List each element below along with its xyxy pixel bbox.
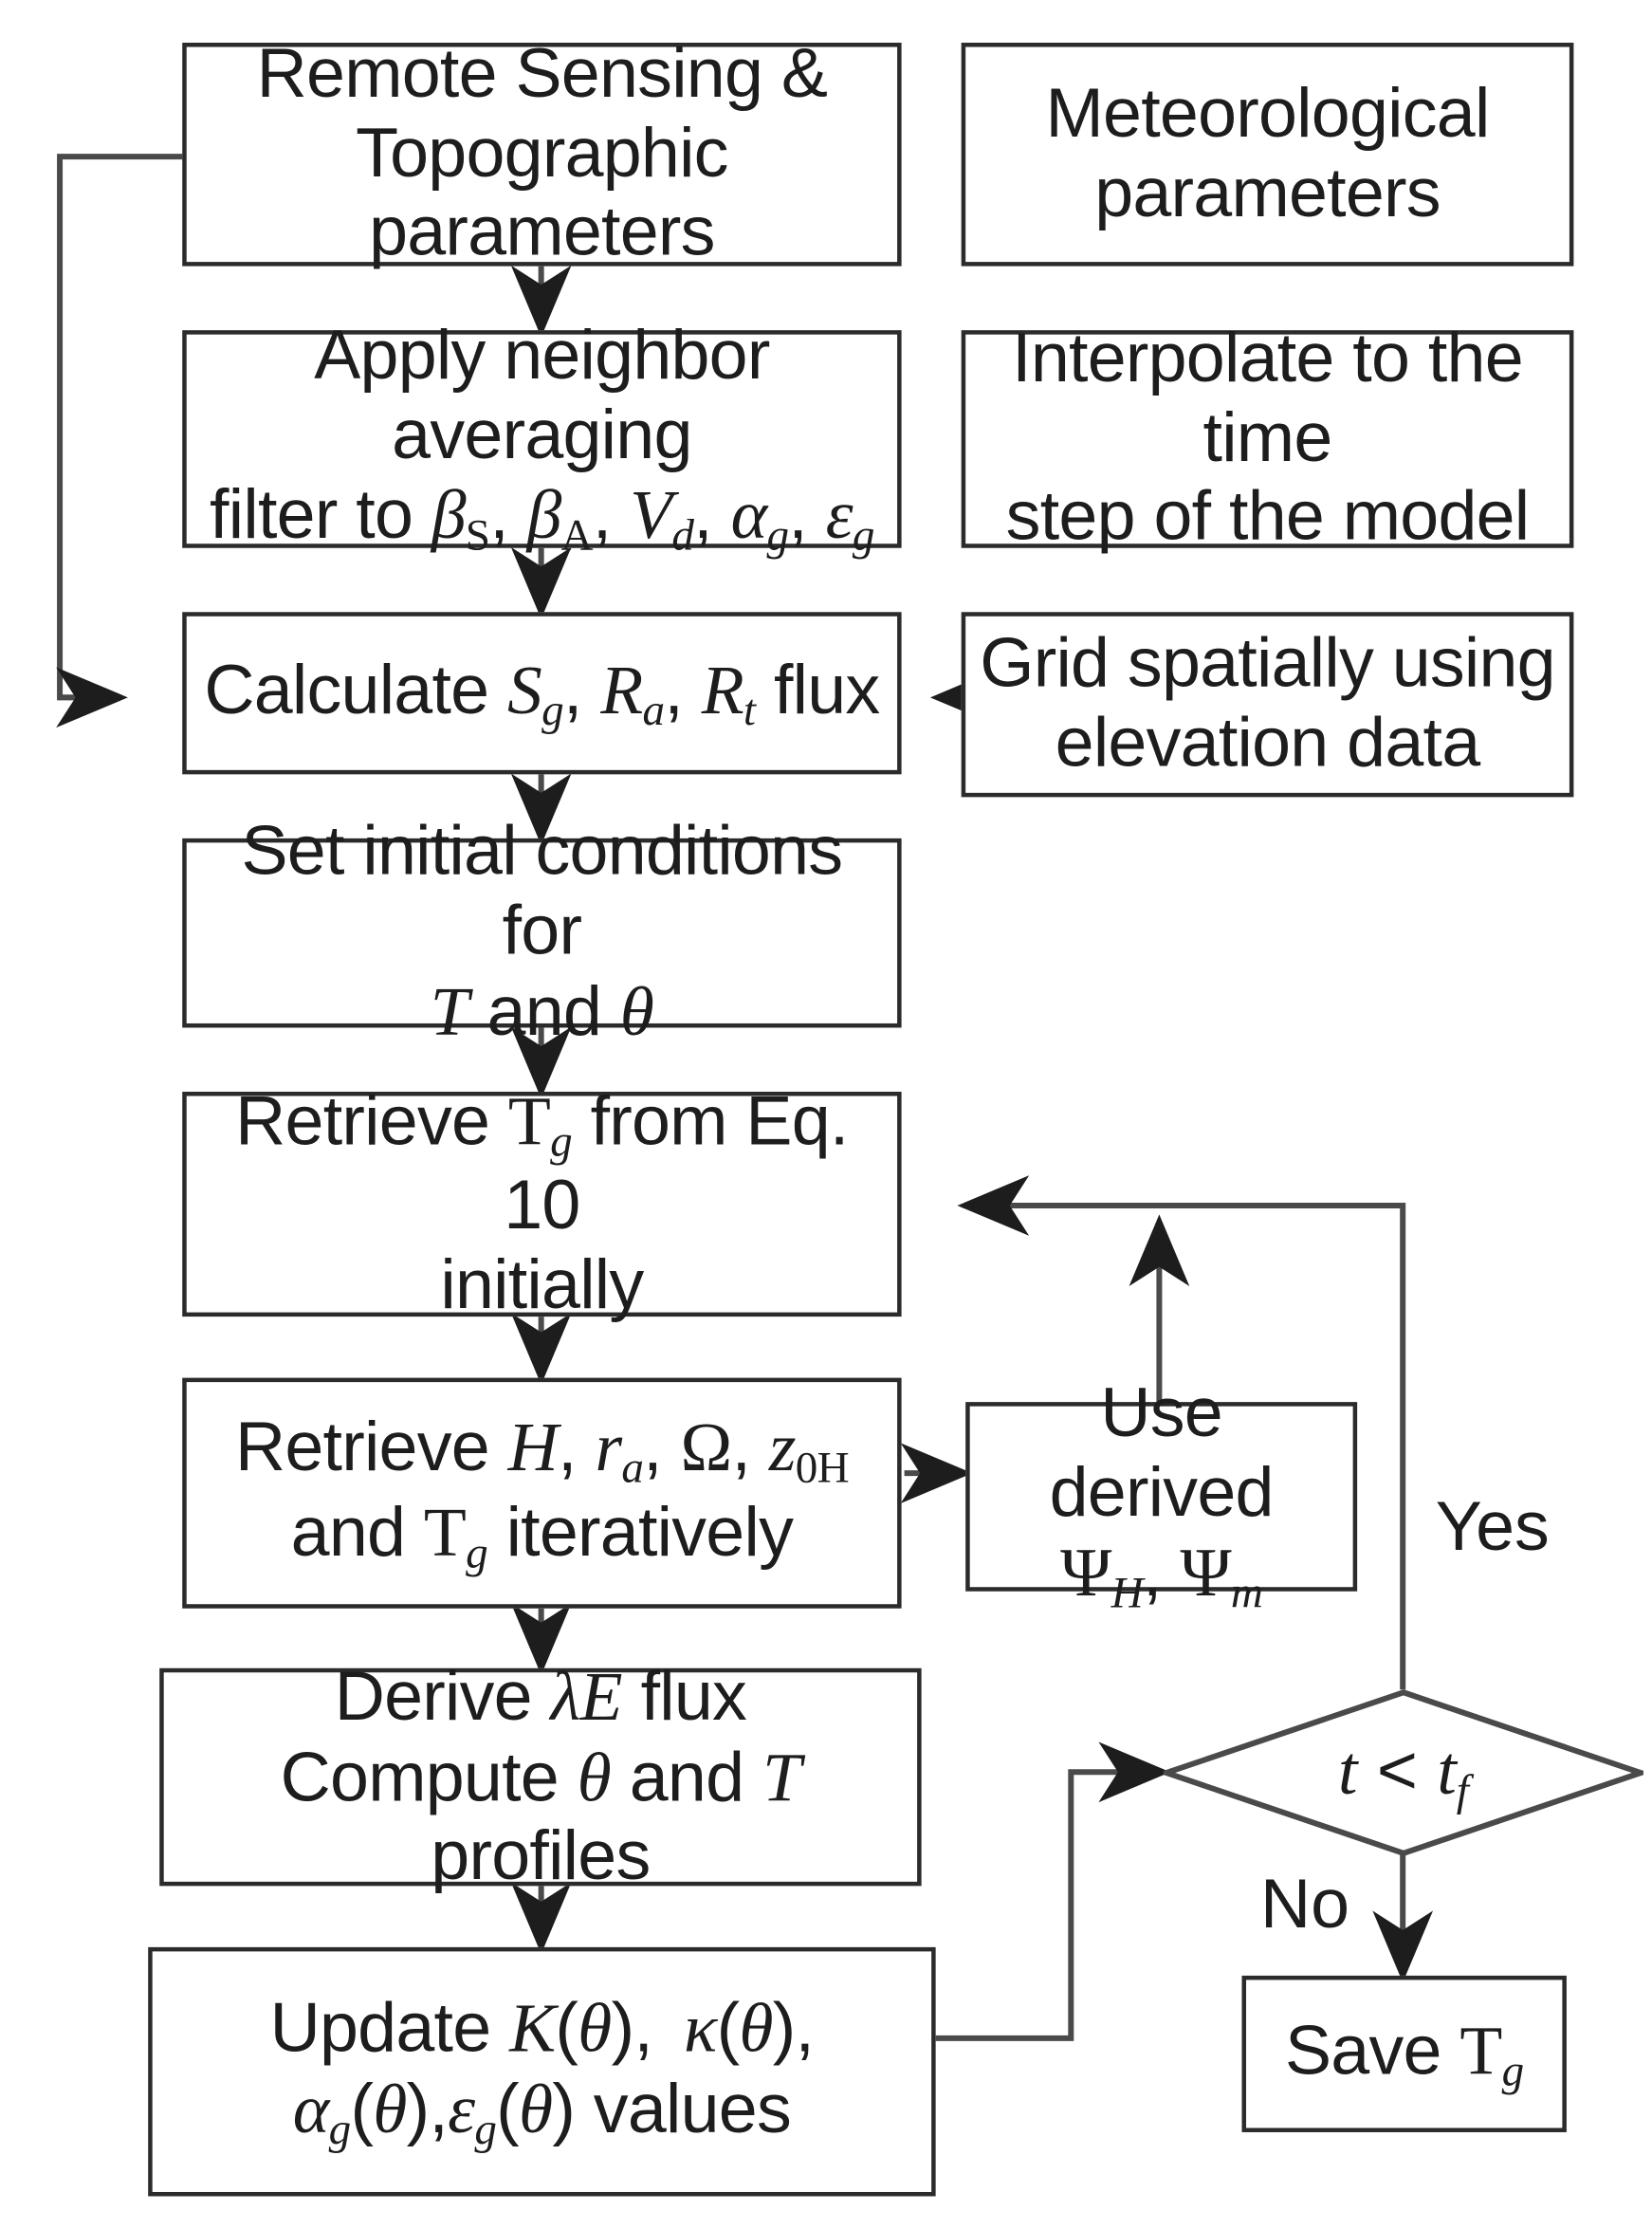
- node-calculate-flux[interactable]: Calculate Sg, Ra, Rt flux: [182, 612, 902, 775]
- symbol-epsilon-g-2: εg: [448, 2069, 497, 2154]
- symbol-alpha-g-2: αg: [292, 2069, 351, 2154]
- edge-update-to-decision: [935, 1741, 1171, 2041]
- symbol-theta-6: θ: [518, 2069, 553, 2148]
- symbol-epsilon-g: εg: [825, 475, 875, 561]
- symbol-ra: Ra: [600, 650, 665, 735]
- symbol-t-cap: T: [430, 971, 469, 1051]
- node-remote-sensing-line2: Topographic parameters: [356, 114, 728, 271]
- node-interpolate-line2: step of the model: [1005, 478, 1530, 556]
- node-interpolate[interactable]: Interpolate to the time step of the mode…: [961, 320, 1574, 556]
- node-decision[interactable]: t < tf: [1163, 1689, 1643, 1856]
- node-save-tg[interactable]: Save Tg: [1241, 1975, 1567, 2132]
- symbol-tf: tf: [1437, 1730, 1469, 1815]
- node-remote-sensing[interactable]: Remote Sensing & Topographic parameters: [182, 35, 902, 271]
- symbol-ra-small: ra: [595, 1408, 644, 1493]
- node-decision-text: t < tf: [1338, 1730, 1469, 1815]
- symbol-tg-upright-3: Tg: [1459, 2011, 1524, 2096]
- node-neighbor-filter-line1: Apply neighbor averaging: [314, 317, 770, 474]
- node-use-derived[interactable]: Use derived ΨH, Ψm: [965, 1374, 1358, 1618]
- node-interpolate-line1: Interpolate to the time: [1012, 320, 1524, 477]
- symbol-beta-s: βS: [431, 475, 490, 561]
- symbol-tg-upright-2: Tg: [423, 1493, 488, 1577]
- node-neighbor-filter-text: Apply neighbor averaging filter to βS, β…: [187, 317, 897, 562]
- node-derive-le-text: Derive λE flux Compute θ and T profiles: [164, 1656, 917, 1897]
- node-neighbor-filter[interactable]: Apply neighbor averaging filter to βS, β…: [182, 317, 902, 561]
- symbol-lambda-e: λE: [550, 1656, 623, 1735]
- node-retrieve-h-text: Retrieve H, ra, Ω, z0H and Tg iterativel…: [187, 1408, 897, 1578]
- filter-line2-prefix: filter to: [210, 477, 431, 555]
- node-remote-sensing-line1: Remote Sensing &: [256, 35, 828, 113]
- node-remote-sensing-text: Remote Sensing & Topographic parameters: [187, 35, 897, 273]
- symbol-rt: Rt: [701, 650, 756, 735]
- node-interpolate-text: Interpolate to the time step of the mode…: [965, 320, 1569, 558]
- node-grid-spatially-line1: Grid spatially using: [980, 624, 1555, 703]
- node-retrieve-h-line2: and Tg iteratively: [290, 1493, 794, 1577]
- node-use-derived-text: Use derived ΨH, Ψm: [970, 1374, 1353, 1619]
- edge-label-no: No: [1260, 1866, 1350, 1943]
- node-retrieve-tg-line1: Retrieve Tg from Eq. 10: [235, 1081, 849, 1244]
- symbol-kappa: κ: [683, 1988, 717, 2068]
- node-meteorological[interactable]: Meteorological parameters: [961, 43, 1574, 267]
- node-derive-le-line1: Derive λE flux: [334, 1656, 747, 1735]
- node-set-initial-line2: T and θ: [430, 971, 654, 1051]
- calc-suffix: flux: [755, 652, 880, 729]
- node-grid-spatially-line2: elevation data: [1055, 704, 1480, 782]
- node-retrieve-tg-text: Retrieve Tg from Eq. 10 initially: [187, 1082, 897, 1327]
- node-update-k[interactable]: Update K(θ), κ(θ), αg(θ),εg(θ) values: [148, 1946, 936, 2197]
- calc-prefix: Calculate: [204, 652, 508, 729]
- symbol-k-cap: K: [509, 1988, 556, 2068]
- node-update-k-line1: Update K(θ), κ(θ),: [269, 1988, 815, 2068]
- flowchart-canvas: Remote Sensing & Topographic parameters …: [0, 0, 1652, 2229]
- node-calculate-flux-text: Calculate Sg, Ra, Rt flux: [187, 651, 897, 736]
- symbol-beta-a: βA: [526, 475, 594, 561]
- node-use-derived-line2: ΨH, Ψm: [1060, 1533, 1263, 1618]
- node-save-tg-text: Save Tg: [1246, 2011, 1562, 2096]
- node-set-initial[interactable]: Set initial conditions for T and θ: [182, 813, 902, 1050]
- symbol-t-cap-2: T: [762, 1737, 801, 1816]
- node-update-k-text: Update K(θ), κ(θ), αg(θ),εg(θ) values: [153, 1989, 931, 2155]
- symbol-t-small: t: [1338, 1730, 1358, 1810]
- symbol-theta-4: θ: [739, 1988, 773, 2068]
- edge-label-yes: Yes: [1435, 1488, 1550, 1566]
- node-derive-le[interactable]: Derive λE flux Compute θ and T profiles: [159, 1656, 922, 1895]
- node-grid-spatially[interactable]: Grid spatially using elevation data: [961, 612, 1574, 798]
- symbol-psi-h: ΨH: [1060, 1533, 1144, 1618]
- node-retrieve-h-line1: Retrieve H, ra, Ω, z0H: [234, 1408, 850, 1493]
- node-grid-spatially-text: Grid spatially using elevation data: [965, 625, 1569, 784]
- symbol-vd: Vd: [630, 475, 694, 561]
- symbol-theta-5: θ: [373, 2069, 407, 2148]
- symbol-z0h: z0H: [768, 1408, 850, 1493]
- node-set-initial-line1: Set initial conditions for: [241, 813, 843, 970]
- symbol-sg: Sg: [507, 650, 564, 735]
- symbol-h: H: [507, 1408, 559, 1486]
- node-neighbor-filter-line2: filter to βS, βA, Vd, αg, εg: [210, 475, 875, 561]
- node-retrieve-h[interactable]: Retrieve H, ra, Ω, z0H and Tg iterativel…: [182, 1377, 902, 1609]
- node-retrieve-tg[interactable]: Retrieve Tg from Eq. 10 initially: [182, 1082, 902, 1324]
- symbol-theta-2: θ: [577, 1737, 612, 1816]
- node-meteorological-text: Meteorological parameters: [965, 75, 1569, 234]
- symbol-omega: Ω: [680, 1408, 733, 1486]
- node-retrieve-tg-line2: initially: [440, 1246, 644, 1324]
- node-calculate-flux-line: Calculate Sg, Ra, Rt flux: [204, 650, 880, 735]
- node-update-k-line2: αg(θ),εg(θ) values: [292, 2069, 792, 2154]
- node-meteorological-line1: Meteorological: [1045, 74, 1491, 153]
- node-derive-le-line2: Compute θ and T profiles: [280, 1737, 801, 1896]
- node-save-tg-line: Save Tg: [1284, 2011, 1524, 2096]
- symbol-theta-3: θ: [578, 1988, 612, 2068]
- symbol-psi-m: Ψm: [1180, 1533, 1263, 1618]
- symbol-tg-upright: Tg: [507, 1081, 573, 1167]
- symbol-theta: θ: [619, 971, 654, 1051]
- symbol-alpha-g: αg: [730, 475, 789, 561]
- node-use-derived-line1: Use derived: [1049, 1374, 1275, 1532]
- node-meteorological-line2: parameters: [1094, 154, 1441, 231]
- node-set-initial-text: Set initial conditions for T and θ: [187, 813, 897, 1053]
